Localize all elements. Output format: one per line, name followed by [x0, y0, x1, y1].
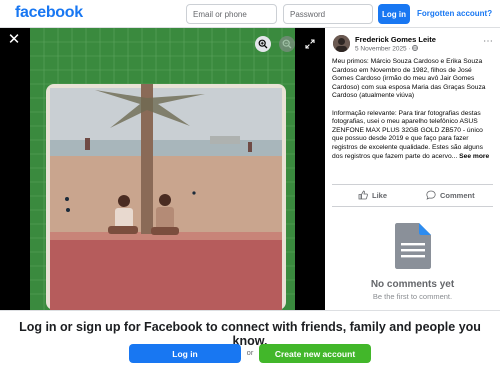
author-name[interactable]: Frederick Gomes Leite: [355, 35, 436, 44]
post-date-text: 5 November 2025: [355, 45, 407, 53]
distant-figure: [85, 138, 90, 150]
child-left-head: [118, 195, 130, 207]
password-input[interactable]: [283, 4, 373, 24]
login-button-bottom[interactable]: Log in: [129, 344, 241, 363]
zoom-in-icon[interactable]: [255, 36, 271, 52]
pin-dot: [66, 208, 70, 212]
post-caption: Meu primos: Márcio Souza Cardoso e Erika…: [332, 58, 495, 161]
facebook-logo[interactable]: facebook: [15, 4, 83, 22]
expand-glyph: [305, 39, 315, 49]
pin-dot: [192, 191, 196, 195]
avatar[interactable]: [333, 35, 350, 52]
top-bar: facebook Log in Forgotten account?: [0, 0, 500, 28]
forgot-account-link[interactable]: Forgotten account?: [417, 9, 492, 18]
post-details-panel: Frederick Gomes Leite 5 November 2025 · …: [325, 28, 500, 310]
divider: [332, 206, 493, 207]
child-left-legs: [108, 226, 138, 234]
pin-dot: [65, 197, 69, 201]
thumbs-up-icon: [358, 190, 368, 200]
signup-prompt: Log in or sign up for Facebook to connec…: [19, 320, 481, 348]
distant-boat: [210, 136, 240, 144]
comment-label: Comment: [440, 190, 475, 200]
comment-button[interactable]: Comment: [426, 188, 475, 202]
more-options-icon[interactable]: ⋯: [483, 36, 493, 47]
distant-figure: [248, 142, 252, 152]
child-right-head: [159, 194, 171, 206]
signup-banner: Log in or sign up for Facebook to connec…: [0, 310, 500, 375]
divider: [332, 184, 493, 185]
globe-icon: [412, 45, 419, 51]
document-icon: [395, 223, 431, 269]
zoom-out-icon[interactable]: [279, 36, 295, 52]
like-label: Like: [372, 190, 388, 200]
child-right-legs: [151, 227, 179, 235]
or-separator: or: [246, 348, 254, 357]
zoom-in-glyph: [258, 39, 268, 49]
email-input[interactable]: [186, 4, 277, 24]
photo-wall: [50, 232, 282, 310]
login-button[interactable]: Log in: [378, 4, 410, 24]
no-comments-subtitle: Be the first to comment.: [372, 292, 453, 301]
zoom-out-glyph: [282, 39, 292, 49]
post-photo[interactable]: [0, 28, 325, 310]
avatar-image: [333, 35, 350, 52]
photo-viewer: ✕: [0, 28, 325, 310]
close-icon[interactable]: ✕: [6, 32, 22, 48]
create-account-button[interactable]: Create new account: [259, 344, 371, 363]
comment-icon: [426, 190, 436, 200]
like-button[interactable]: Like: [358, 188, 387, 202]
caption-text: Meu primos: Márcio Souza Cardoso e Erika…: [332, 58, 486, 160]
expand-icon[interactable]: [302, 36, 318, 52]
photo-sea: [50, 140, 282, 156]
no-comments-title: No comments yet: [370, 279, 455, 290]
see-more-link[interactable]: See more: [459, 153, 489, 160]
post-date[interactable]: 5 November 2025 ·: [355, 45, 419, 53]
